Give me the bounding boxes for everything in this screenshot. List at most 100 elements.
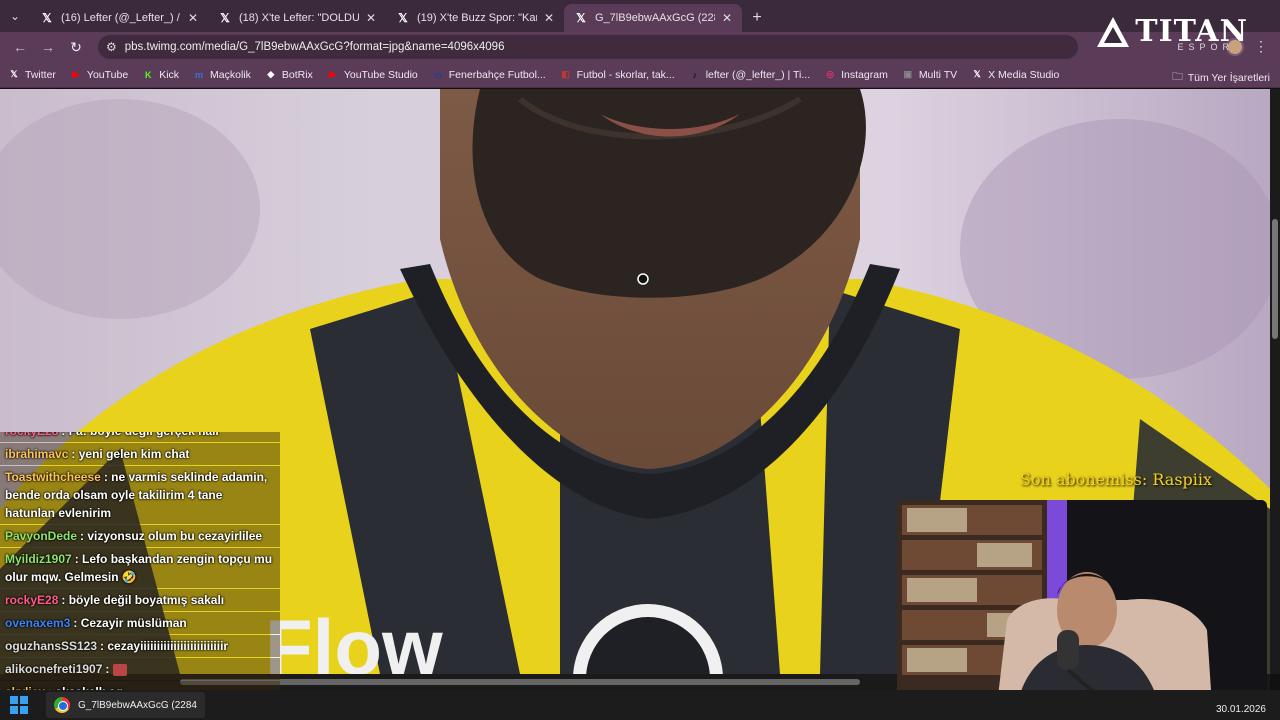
titan-logo: TITAN ESPOR xyxy=(1095,14,1248,52)
bookmark-5[interactable]: ▶ YouTube Studio xyxy=(327,68,418,81)
futbol-icon: ◧ xyxy=(561,69,570,79)
close-tab-icon[interactable]: ✕ xyxy=(366,11,376,25)
x-icon: 𝕏 xyxy=(398,11,408,25)
forward-button[interactable]: → xyxy=(36,35,60,59)
chat-message: ibrahimavc: yeni gelen kim chat xyxy=(0,443,280,465)
bookmark-1[interactable]: ▶ YouTube xyxy=(70,69,128,81)
webcam-overlay xyxy=(897,500,1267,705)
close-tab-icon[interactable]: ✕ xyxy=(544,11,554,25)
youtube-icon: ▶ xyxy=(72,69,80,79)
reload-button[interactable]: ↻ xyxy=(64,35,88,59)
bookmark-2[interactable]: K Kick xyxy=(142,69,179,81)
screen: ⌄ 𝕏 (16) Lefter (@_Lefter_) / X ✕ 𝕏 (18)… xyxy=(0,0,1280,720)
address-bar[interactable]: ⚙ pbs.twimg.com/media/G_7lB9ebwAAxGcG?fo… xyxy=(98,35,1078,59)
titan-subtext: ESPOR xyxy=(1177,42,1234,52)
chat-text: yeni gelen kim chat xyxy=(78,447,190,461)
bookmark-6[interactable]: m Fenerbahçe Futbol... xyxy=(432,69,546,81)
bookmark-9[interactable]: ◎ Instagram xyxy=(824,69,888,81)
fenerbahce-icon: m xyxy=(433,69,442,80)
instagram-icon: ◎ xyxy=(826,69,835,79)
mackolik-icon: m xyxy=(195,69,204,80)
bookmark-8[interactable]: ♪ lefter (@_lefter_) | Ti... xyxy=(689,69,810,81)
titan-mark-icon xyxy=(1097,16,1130,47)
chat-text: Cezayir müslüman xyxy=(80,616,187,630)
x-icon: 𝕏 xyxy=(576,11,586,25)
url-text: pbs.twimg.com/media/G_7lB9ebwAAxGcG?form… xyxy=(124,41,505,53)
kick-icon: K xyxy=(144,69,152,80)
chat-separator: : xyxy=(105,662,113,676)
x-icon: 𝕏 xyxy=(973,69,981,79)
youtube-studio-icon: ▶ xyxy=(329,69,337,79)
bookmark-0[interactable]: 𝕏 Twitter xyxy=(8,69,56,81)
chat-message: rockyE28: böyle değil boyatmış sakalı xyxy=(0,589,280,611)
x-icon: 𝕏 xyxy=(10,69,18,79)
bookmark-11[interactable]: 𝕏 X Media Studio xyxy=(971,69,1060,81)
bookmark-4[interactable]: ◆ BotRix xyxy=(265,69,312,81)
multitv-icon: ▣ xyxy=(903,69,913,79)
chevron-down-icon: ⌄ xyxy=(9,9,21,23)
chat-username: Toastwithcheese xyxy=(5,470,101,484)
reload-icon: ↻ xyxy=(70,38,82,55)
chat-username: ibrahimavc xyxy=(5,447,69,461)
tab-title: (16) Lefter (@_Lefter_) / X xyxy=(61,12,181,24)
tab-title: (19) X'te Buzz Spor: "Karim Ben xyxy=(417,12,537,24)
chat-separator: : xyxy=(61,432,68,438)
scroll-thumb[interactable] xyxy=(180,679,860,685)
chat-text: cezayiiiiiiiiiiiiiiiiiiiiiiiiir xyxy=(107,639,229,653)
vertical-scrollbar[interactable] xyxy=(1270,89,1280,674)
bookmark-label: YouTube Studio xyxy=(343,68,418,81)
toolbar: ← → ↻ ⚙ pbs.twimg.com/media/G_7lB9ebwAAx… xyxy=(0,32,1280,62)
menu-icon[interactable]: ⋮ xyxy=(1254,38,1268,55)
chat-username: alikocnefreti1907 xyxy=(5,662,103,676)
bookmark-label: Twitter xyxy=(25,68,56,81)
bookmark-label: Maçkolik xyxy=(210,68,251,81)
taskbar-chrome-app[interactable]: G_7lB9ebwAAxGcG (2284 xyxy=(46,692,205,718)
all-bookmarks-label: Tüm Yer İşaretleri xyxy=(1187,72,1270,84)
bookmark-label: YouTube xyxy=(86,68,129,81)
arrow-right-icon: → xyxy=(41,39,55,55)
bookmark-10[interactable]: ▣ Multi TV xyxy=(902,68,958,81)
taskbar-app-label: G_7lB9ebwAAxGcG (2284 xyxy=(78,699,197,711)
bookmarks-bar: 𝕏 Twitter ▶ YouTube K Kick m Maçkolik ◆ BotRix ▶ Yo… xyxy=(0,62,1280,88)
back-button[interactable]: ← xyxy=(8,35,32,59)
chat-text: vizyonsuz olum bu cezayirlilee xyxy=(87,529,263,543)
scroll-thumb[interactable] xyxy=(1272,219,1278,339)
windows-start-icon[interactable] xyxy=(10,696,28,714)
stream-chat: rockyE28: Fa: böyle değil gerçek haliibr… xyxy=(0,432,280,695)
chat-username: rockyE28 xyxy=(5,432,58,438)
chat-separator: : xyxy=(71,447,79,461)
taskbar-date: 30.01.2026 xyxy=(1215,704,1266,715)
tab-1[interactable]: 𝕏 (16) Lefter (@_Lefter_) / X ✕ xyxy=(30,4,208,32)
bookmark-label: Instagram xyxy=(841,68,888,81)
chat-username: oguzhansSS123 xyxy=(5,639,98,653)
close-tab-icon[interactable]: ✕ xyxy=(722,11,732,25)
tab-2[interactable]: 𝕏 (18) X'te Lefter: "DOLDURDUM ✕ xyxy=(208,4,386,32)
chat-username: Myildiz1907 xyxy=(5,552,72,566)
chat-text: böyle değil boyatmış sakalı xyxy=(68,593,225,607)
tab-title: (18) X'te Lefter: "DOLDURDUM xyxy=(239,12,359,24)
chat-message: Toastwithcheese: ne varmis seklinde adam… xyxy=(0,466,280,524)
chat-message: oguzhansSS123: cezayiiiiiiiiiiiiiiiiiiii… xyxy=(0,635,280,657)
all-bookmarks-button[interactable]: 🗀 Tüm Yer İşaretleri xyxy=(1172,69,1270,87)
bookmark-label: Futbol - skorlar, tak... xyxy=(576,68,675,81)
taskbar: G_7lB9ebwAAxGcG (2284 30.01.2026 xyxy=(0,690,1280,720)
chat-username: PavyonDede xyxy=(5,529,78,543)
tab-4-active[interactable]: 𝕏 G_7lB9ebwAAxGcG (2284×3420 ✕ xyxy=(564,4,742,32)
chat-message: rockyE28: Fa: böyle değil gerçek hali xyxy=(0,432,280,442)
chat-message: ovenaxem3: Cezayir müslüman xyxy=(0,612,280,634)
bookmark-label: lefter (@_lefter_) | Ti... xyxy=(705,68,811,81)
bookmark-7[interactable]: ◧ Futbol - skorlar, tak... xyxy=(560,68,675,81)
new-tab-button[interactable]: + xyxy=(742,4,772,32)
close-tab-icon[interactable]: ✕ xyxy=(188,11,198,25)
chat-emote-icon xyxy=(112,663,127,676)
bookmark-label: Multi TV xyxy=(918,68,958,81)
folder-icon: 🗀 xyxy=(1172,71,1183,83)
tab-3[interactable]: 𝕏 (19) X'te Buzz Spor: "Karim Ben ✕ xyxy=(386,4,564,32)
chat-message: Myildiz1907: Lefo başkandan zengin topçu… xyxy=(0,548,280,588)
tab-title: G_7lB9ebwAAxGcG (2284×3420 xyxy=(595,12,715,24)
tab-search-button[interactable]: ⌄ xyxy=(0,0,30,32)
botrix-icon: ◆ xyxy=(267,69,275,79)
site-info-icon[interactable]: ⚙ xyxy=(106,40,117,54)
x-icon: 𝕏 xyxy=(42,11,52,25)
bookmark-3[interactable]: m Maçkolik xyxy=(193,69,251,81)
